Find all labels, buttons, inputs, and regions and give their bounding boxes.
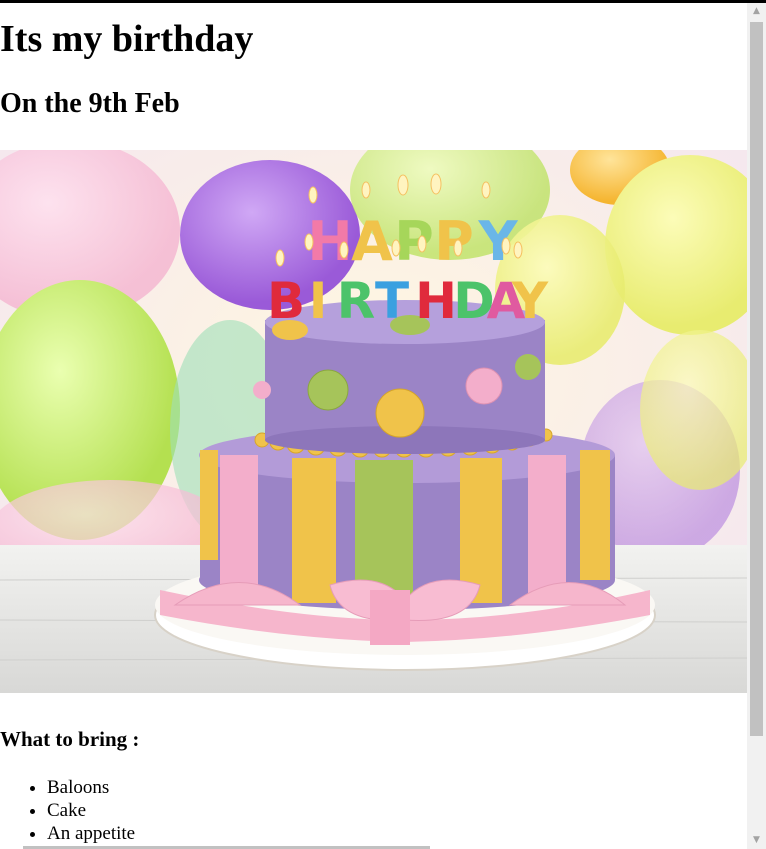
page-subtitle: On the 9th Feb — [0, 88, 180, 119]
svg-text:T: T — [375, 272, 409, 330]
list-item: Cake — [47, 799, 135, 822]
birthday-cake-image: H A P P Y B I R T H D A Y — [0, 150, 747, 693]
svg-text:P: P — [434, 210, 474, 273]
vertical-scrollbar[interactable]: ▲ ▼ — [747, 3, 766, 849]
page-title: Its my birthday — [0, 18, 254, 60]
svg-text:P: P — [394, 210, 434, 273]
bring-heading: What to bring : — [0, 727, 140, 751]
svg-text:Y: Y — [477, 210, 518, 273]
svg-text:B: B — [267, 272, 305, 330]
page-viewport: Its my birthday On the 9th Feb H A P P Y… — [0, 3, 747, 849]
svg-text:H: H — [307, 210, 352, 273]
scroll-down-icon[interactable]: ▼ — [747, 832, 766, 849]
svg-text:A: A — [351, 210, 393, 273]
bring-list: Baloons Cake An appetite — [0, 776, 135, 845]
list-item: Baloons — [47, 776, 135, 799]
svg-text:I: I — [309, 272, 328, 330]
birthday-cake-illustration: H A P P Y B I R T H D A Y — [0, 150, 747, 693]
scroll-up-icon[interactable]: ▲ — [747, 3, 766, 20]
svg-text:R: R — [337, 272, 376, 330]
svg-text:Y: Y — [511, 272, 549, 330]
list-item: An appetite — [47, 822, 135, 845]
scroll-thumb[interactable] — [750, 22, 763, 736]
svg-text:H: H — [415, 272, 457, 330]
